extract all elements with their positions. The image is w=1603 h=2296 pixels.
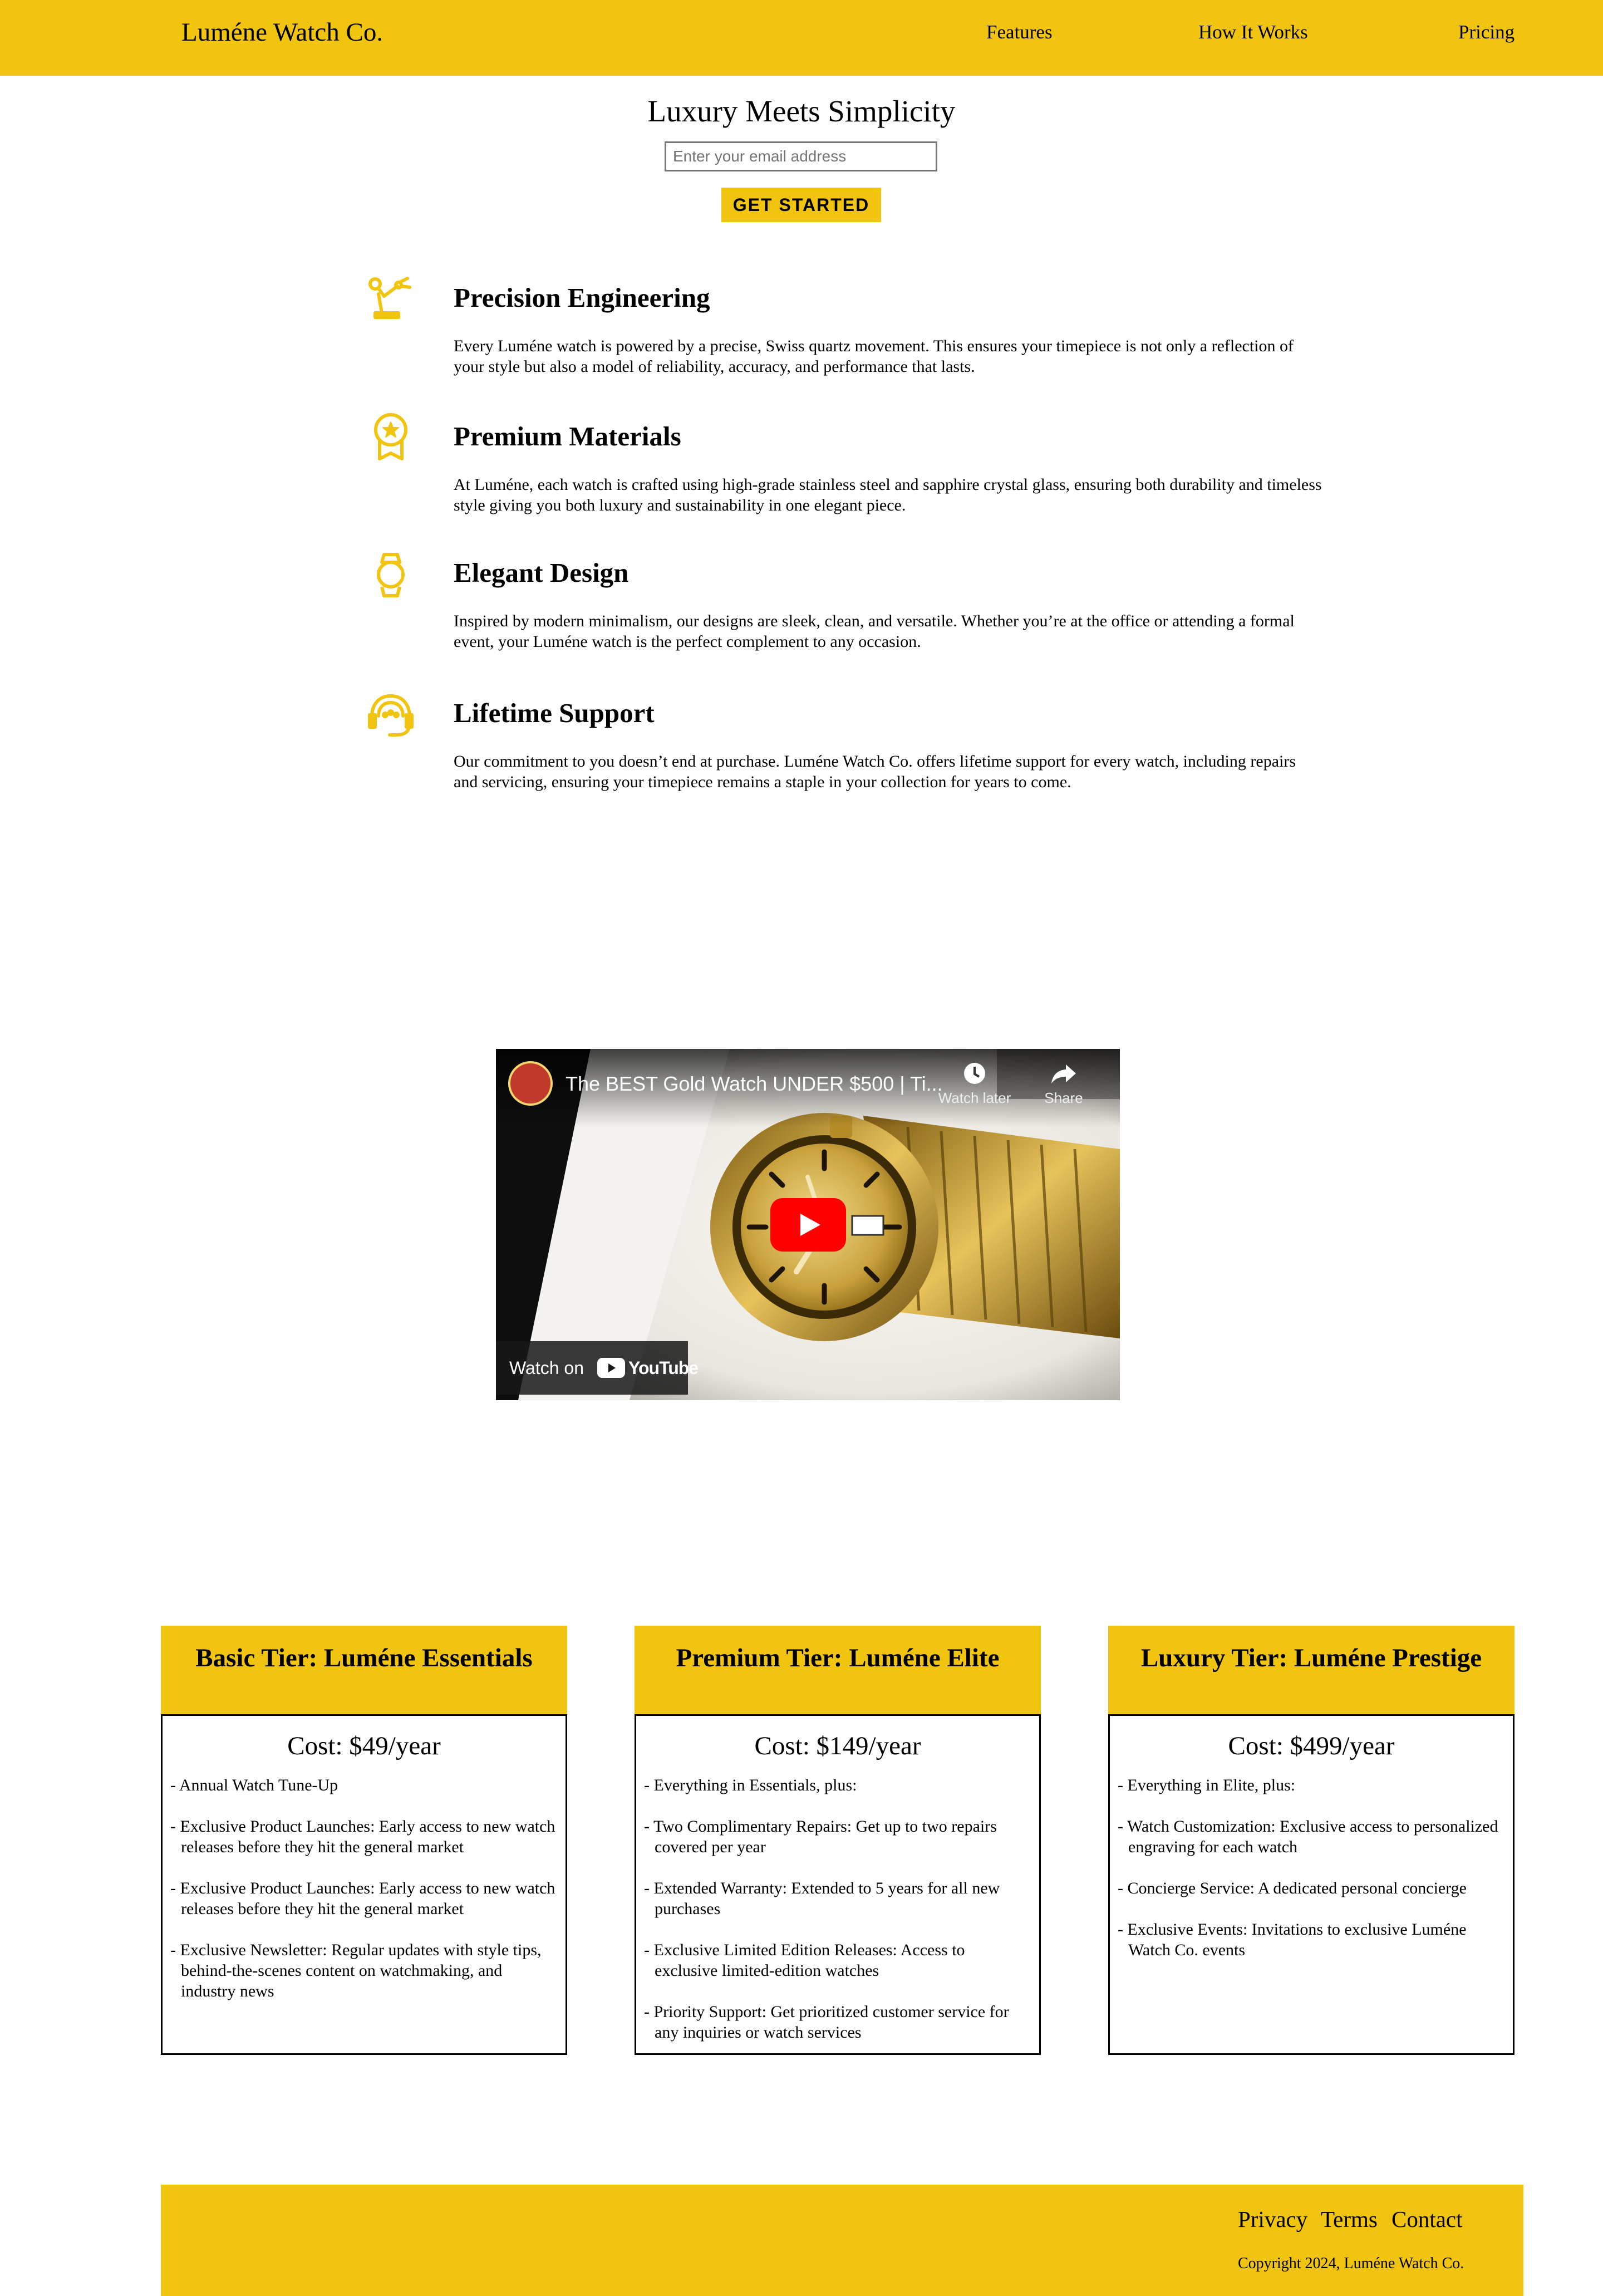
nav-link-pricing[interactable]: Pricing — [1458, 20, 1515, 45]
play-icon — [800, 1214, 820, 1236]
wristwatch-icon — [367, 551, 414, 598]
watch-on-label: Watch on — [509, 1358, 584, 1378]
pricing-card-prestige: Cost: $499/year - Everything in Elite, p… — [1108, 1714, 1515, 2055]
pricing-perk: - Priority Support: Get prioritized cust… — [644, 2003, 1009, 2042]
pricing-perk: - Annual Watch Tune-Up — [170, 1776, 338, 1794]
pricing-card-header-essentials: Basic Tier: Luméne Essentials — [161, 1626, 567, 1716]
pricing-perk: - Everything in Essentials, plus: — [644, 1776, 857, 1794]
pricing-perk: - Exclusive Limited Edition Releases: Ac… — [644, 1941, 965, 1980]
feature-title-lifetime-support: Lifetime Support — [454, 698, 655, 728]
footer-link-privacy[interactable]: Privacy — [1238, 2205, 1307, 2234]
watch-on-youtube-button[interactable]: Watch on YouTube — [496, 1341, 699, 1395]
pricing-perk: - Two Complimentary Repairs: Get up to t… — [644, 1817, 997, 1856]
pricing-card-essentials: Cost: $49/year - Annual Watch Tune-Up - … — [161, 1714, 567, 2055]
pricing-card-header-elite: Premium Tier: Luméne Elite — [635, 1626, 1041, 1716]
channel-avatar[interactable] — [508, 1061, 553, 1106]
watch-later-button[interactable]: Watch later — [930, 1061, 1019, 1107]
feature-text-premium-materials: At Luméne, each watch is crafted using h… — [454, 475, 1322, 514]
pricing-card-header-prestige: Luxury Tier: Luméne Prestige — [1108, 1626, 1515, 1716]
pricing-perk: - Watch Customization: Exclusive access … — [1118, 1817, 1498, 1856]
feature-title-premium-materials: Premium Materials — [454, 421, 681, 452]
headset-support-icon — [367, 690, 414, 737]
pricing-perk: - Exclusive Product Launches: Early acce… — [170, 1817, 555, 1856]
hero-title: Luxury Meets Simplicity — [647, 94, 956, 128]
pricing-perks-list: - Annual Watch Tune-Up - Exclusive Produ… — [163, 1775, 566, 2001]
robotic-arm-icon — [367, 274, 414, 321]
site-header: Luméne Watch Co. Features How It Works P… — [0, 0, 1603, 76]
youtube-wordmark: YouTube — [628, 1358, 699, 1378]
clock-icon — [964, 1063, 985, 1084]
get-started-button[interactable]: GET STARTED — [721, 188, 881, 222]
pricing-perk: - Exclusive Events: Invitations to exclu… — [1118, 1920, 1467, 1959]
pricing-perks-list: - Everything in Essentials, plus: - Two … — [636, 1775, 1039, 2043]
feature-text-lifetime-support: Our commitment to you doesn’t end at pur… — [454, 752, 1296, 791]
pricing-card-elite: Cost: $149/year - Everything in Essentia… — [635, 1714, 1041, 2055]
feature-title-precision-engineering: Precision Engineering — [454, 282, 710, 313]
pricing-cost: Cost: $149/year — [754, 1731, 921, 1760]
award-ribbon-icon — [367, 412, 414, 460]
site-footer: Privacy Terms Contact Copyright 2024, Lu… — [161, 2185, 1523, 2296]
pricing-perk: - Extended Warranty: Extended to 5 years… — [644, 1879, 1000, 1918]
share-label: Share — [1044, 1090, 1083, 1106]
video-title[interactable]: The BEST Gold Watch UNDER $500 | Ti... — [566, 1072, 943, 1096]
youtube-logo-icon — [597, 1358, 625, 1378]
pricing-perk: - Everything in Elite, plus: — [1118, 1776, 1296, 1794]
footer-link-terms[interactable]: Terms — [1321, 2205, 1378, 2234]
feature-title-elegant-design: Elegant Design — [454, 557, 629, 588]
pricing-cost: Cost: $499/year — [1228, 1731, 1395, 1760]
feature-text-elegant-design: Inspired by modern minimalism, our desig… — [454, 612, 1295, 651]
play-button[interactable] — [770, 1198, 846, 1252]
feature-text-precision-engineering: Every Luméne watch is powered by a preci… — [454, 337, 1294, 376]
share-icon — [1051, 1064, 1076, 1083]
pricing-perk: - Exclusive Newsletter: Regular updates … — [170, 1941, 542, 2000]
nav-link-how-it-works[interactable]: How It Works — [1198, 20, 1308, 45]
email-input[interactable] — [665, 141, 937, 171]
footer-link-contact[interactable]: Contact — [1391, 2205, 1463, 2234]
watch-later-label: Watch later — [938, 1090, 1011, 1106]
pricing-cost: Cost: $49/year — [287, 1731, 441, 1760]
site-logo[interactable]: Luméne Watch Co. — [181, 16, 383, 49]
pricing-perks-list: - Everything in Elite, plus: - Watch Cus… — [1110, 1775, 1513, 1960]
pricing-perk: - Exclusive Product Launches: Early acce… — [170, 1879, 555, 1918]
youtube-video-embed[interactable]: The BEST Gold Watch UNDER $500 | Ti... W… — [496, 1049, 1120, 1400]
copyright-text: Copyright 2024, Luméne Watch Co. — [1238, 2255, 1464, 2272]
pricing-perk: - Concierge Service: A dedicated persona… — [1118, 1879, 1467, 1897]
share-button[interactable]: Share — [1019, 1061, 1108, 1107]
nav-link-features[interactable]: Features — [986, 20, 1053, 45]
